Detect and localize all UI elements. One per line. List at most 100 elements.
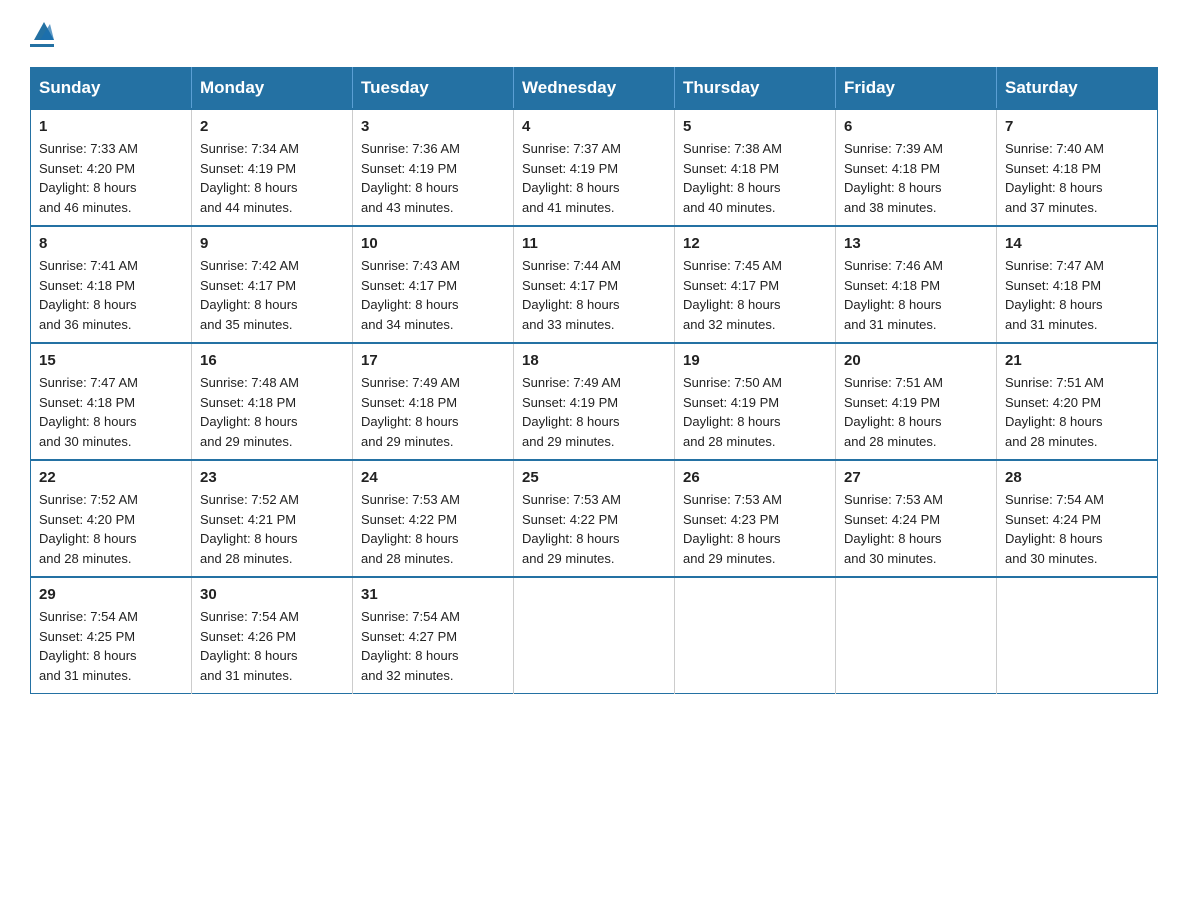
calendar-cell: 3 Sunrise: 7:36 AM Sunset: 4:19 PM Dayli… xyxy=(353,109,514,226)
day-number: 7 xyxy=(1005,118,1149,135)
day-info: Sunrise: 7:46 AM Sunset: 4:18 PM Dayligh… xyxy=(844,256,988,334)
day-number: 2 xyxy=(200,118,344,135)
calendar-cell: 30 Sunrise: 7:54 AM Sunset: 4:26 PM Dayl… xyxy=(192,577,353,694)
day-number: 17 xyxy=(361,352,505,369)
calendar-cell: 16 Sunrise: 7:48 AM Sunset: 4:18 PM Dayl… xyxy=(192,343,353,460)
day-number: 9 xyxy=(200,235,344,252)
calendar-cell: 25 Sunrise: 7:53 AM Sunset: 4:22 PM Dayl… xyxy=(514,460,675,577)
day-info: Sunrise: 7:54 AM Sunset: 4:25 PM Dayligh… xyxy=(39,607,183,685)
weekday-header-row: SundayMondayTuesdayWednesdayThursdayFrid… xyxy=(31,68,1158,110)
calendar-cell xyxy=(836,577,997,694)
day-info: Sunrise: 7:40 AM Sunset: 4:18 PM Dayligh… xyxy=(1005,139,1149,217)
calendar-cell: 7 Sunrise: 7:40 AM Sunset: 4:18 PM Dayli… xyxy=(997,109,1158,226)
day-info: Sunrise: 7:37 AM Sunset: 4:19 PM Dayligh… xyxy=(522,139,666,217)
day-number: 28 xyxy=(1005,469,1149,486)
day-info: Sunrise: 7:53 AM Sunset: 4:22 PM Dayligh… xyxy=(361,490,505,568)
day-number: 25 xyxy=(522,469,666,486)
day-info: Sunrise: 7:53 AM Sunset: 4:23 PM Dayligh… xyxy=(683,490,827,568)
day-number: 4 xyxy=(522,118,666,135)
calendar-cell: 1 Sunrise: 7:33 AM Sunset: 4:20 PM Dayli… xyxy=(31,109,192,226)
calendar-cell: 13 Sunrise: 7:46 AM Sunset: 4:18 PM Dayl… xyxy=(836,226,997,343)
week-row-3: 15 Sunrise: 7:47 AM Sunset: 4:18 PM Dayl… xyxy=(31,343,1158,460)
calendar-cell: 31 Sunrise: 7:54 AM Sunset: 4:27 PM Dayl… xyxy=(353,577,514,694)
week-row-1: 1 Sunrise: 7:33 AM Sunset: 4:20 PM Dayli… xyxy=(31,109,1158,226)
day-number: 31 xyxy=(361,586,505,603)
calendar-cell: 15 Sunrise: 7:47 AM Sunset: 4:18 PM Dayl… xyxy=(31,343,192,460)
calendar-table: SundayMondayTuesdayWednesdayThursdayFrid… xyxy=(30,67,1158,694)
day-number: 30 xyxy=(200,586,344,603)
calendar-cell: 17 Sunrise: 7:49 AM Sunset: 4:18 PM Dayl… xyxy=(353,343,514,460)
day-number: 22 xyxy=(39,469,183,486)
weekday-header-saturday: Saturday xyxy=(997,68,1158,110)
day-info: Sunrise: 7:51 AM Sunset: 4:19 PM Dayligh… xyxy=(844,373,988,451)
calendar-cell: 26 Sunrise: 7:53 AM Sunset: 4:23 PM Dayl… xyxy=(675,460,836,577)
day-number: 10 xyxy=(361,235,505,252)
day-info: Sunrise: 7:45 AM Sunset: 4:17 PM Dayligh… xyxy=(683,256,827,334)
day-info: Sunrise: 7:54 AM Sunset: 4:24 PM Dayligh… xyxy=(1005,490,1149,568)
day-info: Sunrise: 7:53 AM Sunset: 4:22 PM Dayligh… xyxy=(522,490,666,568)
day-info: Sunrise: 7:52 AM Sunset: 4:21 PM Dayligh… xyxy=(200,490,344,568)
day-number: 11 xyxy=(522,235,666,252)
weekday-header-tuesday: Tuesday xyxy=(353,68,514,110)
day-number: 26 xyxy=(683,469,827,486)
calendar-cell: 18 Sunrise: 7:49 AM Sunset: 4:19 PM Dayl… xyxy=(514,343,675,460)
day-number: 12 xyxy=(683,235,827,252)
day-info: Sunrise: 7:54 AM Sunset: 4:27 PM Dayligh… xyxy=(361,607,505,685)
day-info: Sunrise: 7:53 AM Sunset: 4:24 PM Dayligh… xyxy=(844,490,988,568)
day-number: 19 xyxy=(683,352,827,369)
week-row-2: 8 Sunrise: 7:41 AM Sunset: 4:18 PM Dayli… xyxy=(31,226,1158,343)
logo-underline xyxy=(30,44,54,47)
day-info: Sunrise: 7:38 AM Sunset: 4:18 PM Dayligh… xyxy=(683,139,827,217)
calendar-cell: 20 Sunrise: 7:51 AM Sunset: 4:19 PM Dayl… xyxy=(836,343,997,460)
day-number: 23 xyxy=(200,469,344,486)
day-number: 5 xyxy=(683,118,827,135)
calendar-cell: 19 Sunrise: 7:50 AM Sunset: 4:19 PM Dayl… xyxy=(675,343,836,460)
day-number: 21 xyxy=(1005,352,1149,369)
day-info: Sunrise: 7:36 AM Sunset: 4:19 PM Dayligh… xyxy=(361,139,505,217)
calendar-cell: 24 Sunrise: 7:53 AM Sunset: 4:22 PM Dayl… xyxy=(353,460,514,577)
day-number: 1 xyxy=(39,118,183,135)
calendar-cell: 23 Sunrise: 7:52 AM Sunset: 4:21 PM Dayl… xyxy=(192,460,353,577)
weekday-header-sunday: Sunday xyxy=(31,68,192,110)
day-info: Sunrise: 7:50 AM Sunset: 4:19 PM Dayligh… xyxy=(683,373,827,451)
week-row-4: 22 Sunrise: 7:52 AM Sunset: 4:20 PM Dayl… xyxy=(31,460,1158,577)
page-header xyxy=(30,20,1158,47)
day-info: Sunrise: 7:42 AM Sunset: 4:17 PM Dayligh… xyxy=(200,256,344,334)
weekday-header-monday: Monday xyxy=(192,68,353,110)
calendar-cell: 14 Sunrise: 7:47 AM Sunset: 4:18 PM Dayl… xyxy=(997,226,1158,343)
day-info: Sunrise: 7:47 AM Sunset: 4:18 PM Dayligh… xyxy=(39,373,183,451)
weekday-header-thursday: Thursday xyxy=(675,68,836,110)
day-info: Sunrise: 7:49 AM Sunset: 4:18 PM Dayligh… xyxy=(361,373,505,451)
calendar-cell: 10 Sunrise: 7:43 AM Sunset: 4:17 PM Dayl… xyxy=(353,226,514,343)
calendar-cell: 29 Sunrise: 7:54 AM Sunset: 4:25 PM Dayl… xyxy=(31,577,192,694)
weekday-header-wednesday: Wednesday xyxy=(514,68,675,110)
calendar-cell: 5 Sunrise: 7:38 AM Sunset: 4:18 PM Dayli… xyxy=(675,109,836,226)
day-info: Sunrise: 7:39 AM Sunset: 4:18 PM Dayligh… xyxy=(844,139,988,217)
calendar-cell: 6 Sunrise: 7:39 AM Sunset: 4:18 PM Dayli… xyxy=(836,109,997,226)
calendar-cell: 28 Sunrise: 7:54 AM Sunset: 4:24 PM Dayl… xyxy=(997,460,1158,577)
calendar-cell: 27 Sunrise: 7:53 AM Sunset: 4:24 PM Dayl… xyxy=(836,460,997,577)
day-info: Sunrise: 7:48 AM Sunset: 4:18 PM Dayligh… xyxy=(200,373,344,451)
day-number: 29 xyxy=(39,586,183,603)
day-number: 16 xyxy=(200,352,344,369)
day-number: 14 xyxy=(1005,235,1149,252)
calendar-cell: 21 Sunrise: 7:51 AM Sunset: 4:20 PM Dayl… xyxy=(997,343,1158,460)
day-info: Sunrise: 7:41 AM Sunset: 4:18 PM Dayligh… xyxy=(39,256,183,334)
day-info: Sunrise: 7:49 AM Sunset: 4:19 PM Dayligh… xyxy=(522,373,666,451)
day-info: Sunrise: 7:33 AM Sunset: 4:20 PM Dayligh… xyxy=(39,139,183,217)
day-number: 6 xyxy=(844,118,988,135)
day-info: Sunrise: 7:34 AM Sunset: 4:19 PM Dayligh… xyxy=(200,139,344,217)
day-number: 3 xyxy=(361,118,505,135)
day-number: 13 xyxy=(844,235,988,252)
day-info: Sunrise: 7:54 AM Sunset: 4:26 PM Dayligh… xyxy=(200,607,344,685)
day-number: 15 xyxy=(39,352,183,369)
day-number: 18 xyxy=(522,352,666,369)
calendar-cell: 2 Sunrise: 7:34 AM Sunset: 4:19 PM Dayli… xyxy=(192,109,353,226)
day-number: 27 xyxy=(844,469,988,486)
calendar-cell xyxy=(514,577,675,694)
logo xyxy=(30,20,54,47)
calendar-cell: 4 Sunrise: 7:37 AM Sunset: 4:19 PM Dayli… xyxy=(514,109,675,226)
day-info: Sunrise: 7:43 AM Sunset: 4:17 PM Dayligh… xyxy=(361,256,505,334)
day-number: 24 xyxy=(361,469,505,486)
day-info: Sunrise: 7:44 AM Sunset: 4:17 PM Dayligh… xyxy=(522,256,666,334)
